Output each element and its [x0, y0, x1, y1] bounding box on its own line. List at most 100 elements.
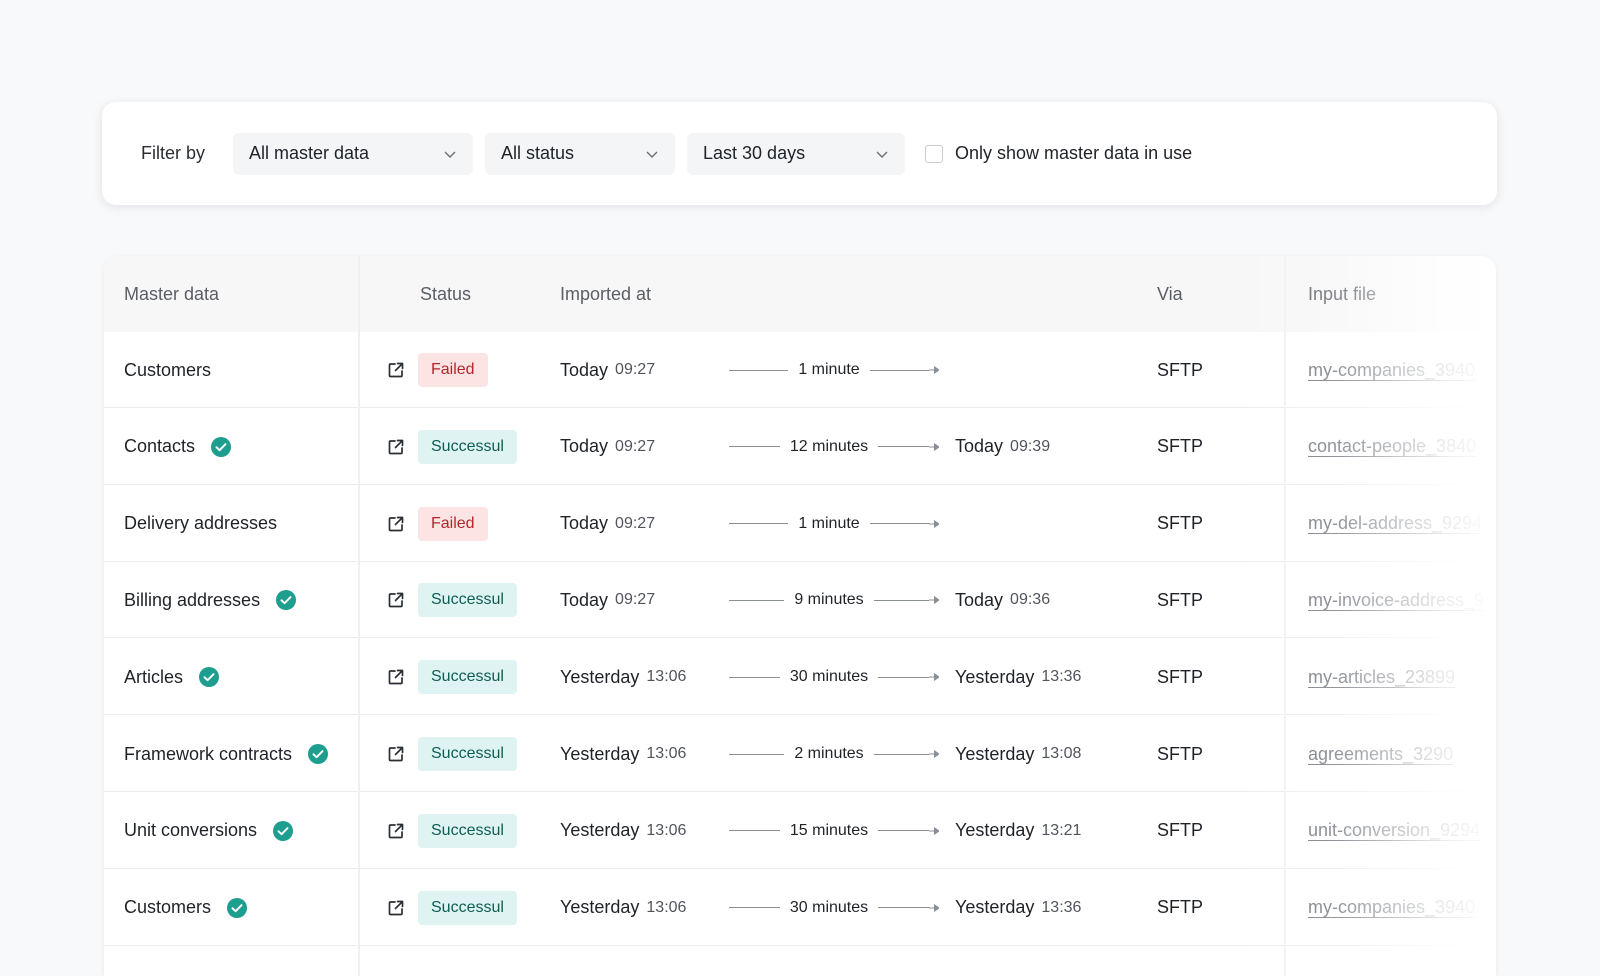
- imported-day: Today: [560, 589, 609, 610]
- duration-label: 12 minutes: [789, 437, 869, 455]
- column-header-status[interactable]: Status: [420, 256, 471, 332]
- duration-line: [729, 676, 780, 678]
- status-cell: Successul: [418, 793, 517, 869]
- status-cell: Successul: [418, 870, 517, 946]
- column-header-master-data[interactable]: Master data: [124, 256, 219, 332]
- open-cell: [386, 332, 406, 408]
- imported-time: 13:06: [646, 668, 687, 686]
- column-header-via[interactable]: Via: [1157, 256, 1183, 332]
- input-file-cell: my-companies_3940: [1308, 870, 1475, 946]
- duration-label: 1 minute: [798, 514, 860, 532]
- table-row[interactable]: Delivery addresses Failed Today 09:27 1 …: [104, 486, 1496, 562]
- status-cell: Successul: [418, 639, 517, 715]
- arrow-right-icon: [929, 673, 940, 682]
- via-value: SFTP: [1157, 897, 1204, 918]
- external-link-icon[interactable]: [386, 821, 406, 841]
- input-file-link[interactable]: agreements_3290: [1308, 744, 1453, 765]
- finished-at: Today 09:39: [955, 409, 1050, 485]
- imported-day: Today: [560, 359, 609, 380]
- finished-time: 13:36: [1041, 898, 1082, 916]
- duration-label: 30 minutes: [789, 898, 869, 916]
- finished-time: 09:39: [1010, 437, 1051, 455]
- finished-day: Yesterday: [955, 743, 1035, 764]
- open-cell: [386, 793, 406, 869]
- external-link-icon[interactable]: [386, 437, 406, 457]
- table-row[interactable]: Billing addresses Successul Today 09:27: [104, 562, 1496, 639]
- duration-line: [729, 830, 780, 832]
- arrow-right-icon: [929, 826, 940, 835]
- status-badge: Failed: [418, 506, 488, 541]
- input-file-link[interactable]: my-companies_3940: [1308, 360, 1475, 381]
- duration-line: [878, 830, 930, 832]
- imported-at: Yesterday 13:06: [560, 870, 686, 946]
- table-row[interactable]: Customers Failed Today 09:27 1 minute SF…: [104, 332, 1496, 408]
- external-link-icon[interactable]: [386, 667, 406, 687]
- input-file-cell: my-companies_3940: [1308, 332, 1475, 408]
- master-data-name: Billing addresses: [124, 589, 261, 610]
- external-link-icon[interactable]: [386, 360, 406, 380]
- in-use-checkbox-wrap[interactable]: Only show master data in use: [925, 143, 1192, 164]
- period-dropdown[interactable]: Last 30 days: [687, 132, 906, 175]
- duration-label: 1 minute: [798, 361, 860, 378]
- imported-day: Yesterday: [560, 743, 640, 764]
- via-cell: SFTP: [1157, 870, 1203, 946]
- column-divider: [1284, 256, 1286, 976]
- duration-line: [869, 369, 929, 371]
- duration-label: 30 minutes: [789, 668, 869, 686]
- imported-time: 13:06: [646, 821, 687, 839]
- input-file-cell: my-invoice-address_9: [1308, 562, 1484, 638]
- finished-day: Today: [955, 589, 1004, 610]
- master-data-dropdown-value: All master data: [249, 143, 370, 163]
- imported-day: Yesterday: [560, 897, 640, 918]
- open-cell: [386, 562, 406, 638]
- input-file-link[interactable]: contact-people_3840: [1308, 436, 1476, 457]
- input-file-link[interactable]: my-invoice-address_9: [1308, 590, 1484, 611]
- status-dropdown[interactable]: All status: [485, 132, 676, 175]
- input-file-link[interactable]: my-articles_23899: [1308, 667, 1455, 688]
- duration-line: [878, 446, 930, 448]
- table-row[interactable]: Framework contracts Successul Yesterday …: [104, 716, 1496, 792]
- imported-at: Yesterday 13:06: [560, 716, 686, 792]
- master-data-cell: Customers: [124, 332, 211, 408]
- duration-indicator: 12 minutes: [729, 409, 940, 485]
- imported-day: Yesterday: [560, 666, 640, 687]
- external-link-icon[interactable]: [386, 590, 406, 610]
- input-file-link[interactable]: unit-conversion_9294: [1308, 820, 1480, 841]
- status-cell: Successul: [418, 409, 517, 485]
- column-header-imported-at[interactable]: Imported at: [560, 256, 651, 332]
- table-row[interactable]: Articles Successul Yesterday 13:06 30 mi…: [104, 639, 1496, 716]
- external-link-icon[interactable]: [386, 898, 406, 918]
- via-value: SFTP: [1157, 359, 1204, 380]
- in-use-checkbox[interactable]: [925, 144, 944, 163]
- finished-at: Today 09:36: [955, 562, 1050, 638]
- external-link-icon[interactable]: [386, 744, 406, 764]
- via-value: SFTP: [1157, 743, 1204, 764]
- via-value: SFTP: [1157, 513, 1204, 534]
- table-row[interactable]: Contacts Successul Today 09:27 12 minute…: [104, 409, 1496, 485]
- status-cell: Successul: [418, 562, 517, 638]
- table-row[interactable]: Unit conversions Successul Yesterday 13:…: [104, 793, 1496, 869]
- imports-table: Master data Status Imported at Via Input…: [104, 256, 1496, 976]
- finished-time: 13:36: [1041, 668, 1082, 686]
- imported-at: Today 09:27: [560, 409, 655, 485]
- table-row[interactable]: Customers Successul Yesterday 13:06 30 m…: [104, 870, 1496, 946]
- duration-line: [869, 523, 929, 525]
- input-file-link[interactable]: my-del-address_9294: [1308, 513, 1482, 534]
- period-dropdown-value: Last 30 days: [703, 143, 806, 163]
- via-cell: SFTP: [1157, 793, 1203, 869]
- arrow-right-icon: [929, 596, 939, 605]
- duration-line: [729, 907, 780, 909]
- column-header-input-file[interactable]: Input file: [1308, 256, 1376, 332]
- imported-at: Yesterday 13:06: [560, 793, 686, 869]
- via-cell: SFTP: [1157, 332, 1203, 408]
- input-file-link[interactable]: my-companies_3940: [1308, 897, 1475, 918]
- master-data-dropdown[interactable]: All master data: [233, 132, 474, 175]
- external-link-icon[interactable]: [386, 514, 406, 534]
- arrow-right-icon: [929, 366, 939, 374]
- open-cell: [386, 716, 406, 792]
- arrow-right-icon: [929, 442, 940, 451]
- filter-bar: Filter by All master data All status Las…: [102, 102, 1497, 205]
- check-circle-icon: [308, 744, 329, 764]
- column-divider: [358, 256, 360, 976]
- finished-time: 13:08: [1041, 745, 1082, 762]
